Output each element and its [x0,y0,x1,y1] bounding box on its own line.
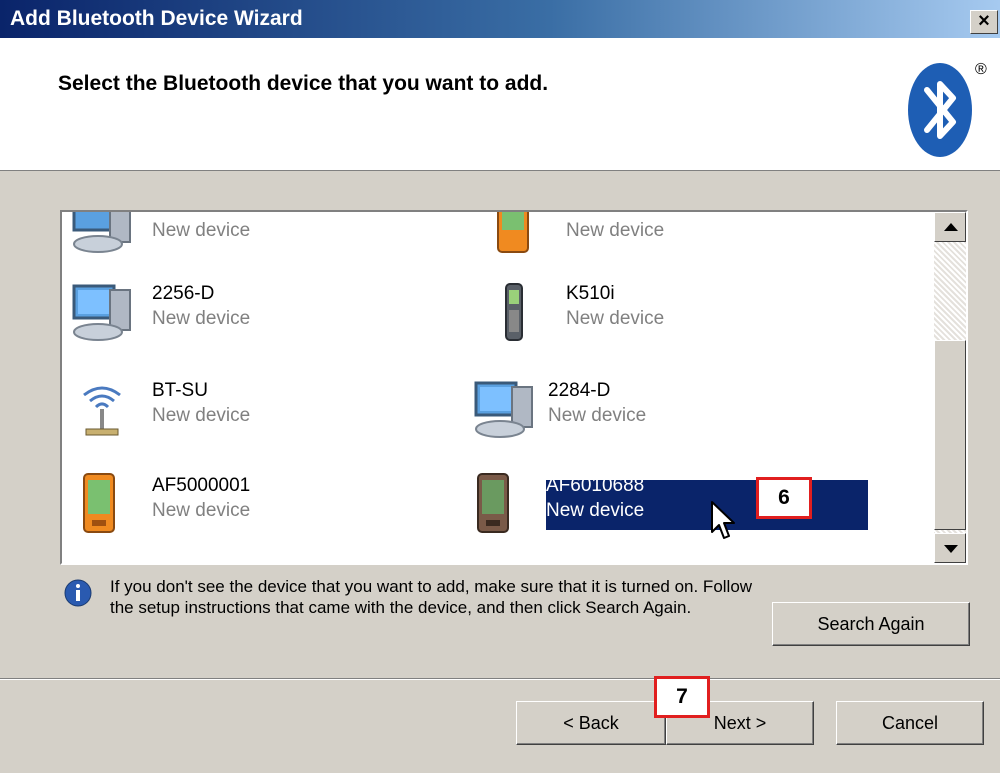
computer-icon [72,284,131,341]
pda-icon [83,473,115,533]
page-instruction: Select the Bluetooth device that you wan… [58,72,549,95]
close-button[interactable]: × [970,10,998,34]
annotation-step-6: 6 [756,477,812,519]
device-item[interactable]: 2256-D New device [70,280,390,341]
vertical-scrollbar[interactable] [934,212,966,563]
device-item[interactable]: BT-SU New device [70,377,390,437]
device-item[interactable]: New device [484,212,804,253]
device-item[interactable]: K510i New device [484,280,804,341]
device-name: AF5000001 [152,475,251,496]
device-status: New device [152,500,251,521]
arrow-down-icon [944,545,958,553]
device-status: New device [566,308,665,329]
device-status: New device [548,405,647,426]
wireless-antenna-icon [83,386,121,436]
computer-icon [474,381,533,438]
device-name: 2284-D [548,380,611,401]
device-item[interactable]: New device [70,212,390,253]
bluetooth-logo-icon [908,63,972,157]
pda-icon [497,212,529,253]
window-title: Add Bluetooth Device Wizard [10,7,303,30]
device-name: BT-SU [152,380,208,401]
cancel-button[interactable]: Cancel [836,701,984,745]
device-list[interactable]: New device New device 2256-D New device … [60,210,968,565]
device-name: K510i [566,283,615,304]
scroll-thumb[interactable] [934,340,966,530]
device-status: New device [152,220,251,241]
title-bar: Add Bluetooth Device Wizard × [0,0,1000,38]
device-status: New device [566,220,665,241]
device-name: AF6010688 [546,475,645,496]
device-name: 2256-D [152,283,215,304]
registered-mark: ® [975,61,987,78]
device-status: New device [152,405,251,426]
phone-icon [505,283,523,341]
annotation-step-7: 7 [654,676,710,718]
pda-icon [477,473,509,533]
device-status: New device [152,308,251,329]
scroll-up-button[interactable] [934,212,966,242]
back-button[interactable]: < Back [516,701,666,745]
computer-icon [72,212,131,253]
scroll-down-button[interactable] [934,533,966,563]
mouse-pointer-icon [711,501,735,539]
button-separator [0,678,1000,680]
wizard-header: Select the Bluetooth device that you wan… [0,38,1000,171]
info-message: If you don't see the device that you wan… [110,577,753,617]
device-item[interactable]: AF5000001 New device [70,472,390,533]
device-status: New device [546,500,645,521]
device-item[interactable]: 2284-D New device [472,377,802,438]
arrow-up-icon [944,223,958,231]
info-icon [64,579,92,607]
search-again-button[interactable]: Search Again [772,602,970,646]
